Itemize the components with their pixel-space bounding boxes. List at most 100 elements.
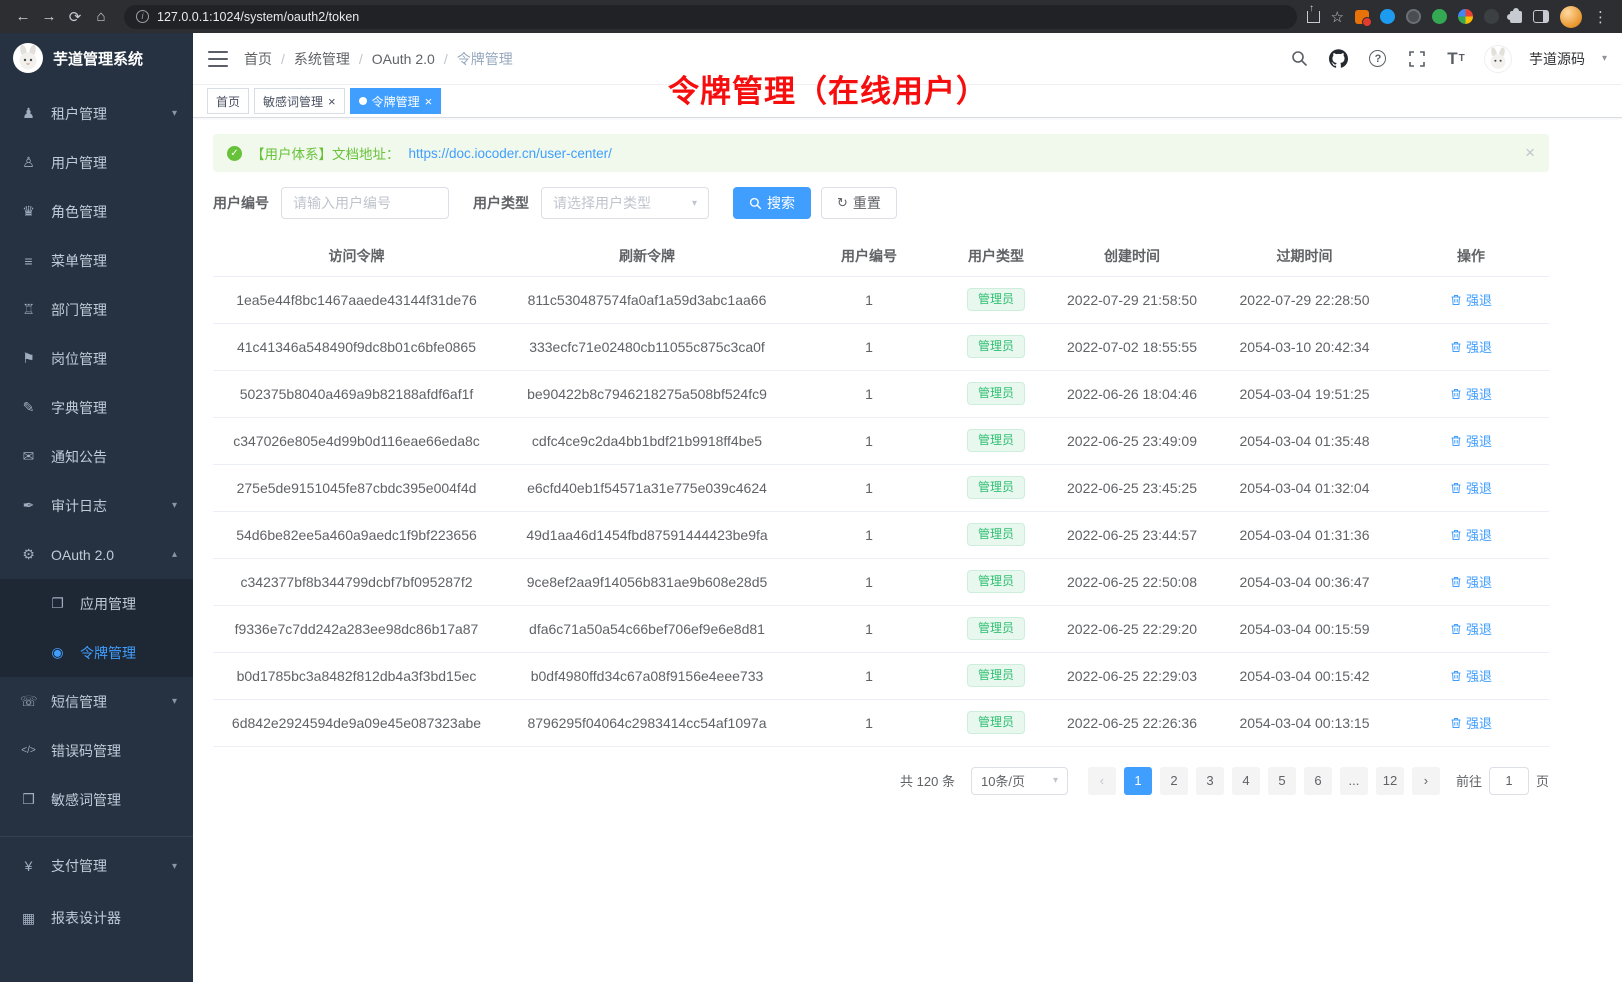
- app-manage-icon: ❐: [49, 595, 66, 612]
- search-icon[interactable]: [1289, 48, 1311, 70]
- sidebar-item-user[interactable]: ♙ 用户管理: [0, 138, 193, 187]
- force-logout-button[interactable]: 强退: [1450, 525, 1492, 544]
- username[interactable]: 芋道源码: [1529, 49, 1585, 69]
- force-logout-label: 强退: [1466, 337, 1492, 356]
- force-logout-button[interactable]: 强退: [1450, 572, 1492, 591]
- sidebar-item-dept[interactable]: ♖ 部门管理: [0, 285, 193, 334]
- sidebar-item-tenant[interactable]: ♟ 租户管理 ▾: [0, 89, 193, 138]
- page-ellipsis-button[interactable]: ...: [1340, 767, 1368, 795]
- col-expire-time: 过期时间: [1216, 236, 1393, 276]
- collapse-sidebar-icon[interactable]: [208, 51, 228, 67]
- forward-icon[interactable]: →: [36, 4, 62, 30]
- font-size-icon[interactable]: TT: [1445, 48, 1467, 70]
- side-panel-icon[interactable]: [1533, 10, 1549, 23]
- refresh-icon[interactable]: ⟳: [62, 4, 88, 30]
- sidebar-item-label: 令牌管理: [80, 643, 177, 663]
- url-text: 127.0.0.1:1024/system/oauth2/token: [157, 10, 359, 24]
- create-time-cell: 2022-06-26 18:04:46: [1048, 370, 1216, 417]
- browser-profile-avatar[interactable]: [1560, 6, 1582, 28]
- browser-toolbar: ← → ⟳ ⌂ i 127.0.0.1:1024/system/oauth2/t…: [0, 0, 1622, 33]
- report-designer-icon: ▦: [20, 910, 37, 927]
- breadcrumb-home[interactable]: 首页: [244, 49, 272, 69]
- address-bar[interactable]: i 127.0.0.1:1024/system/oauth2/token: [124, 5, 1297, 29]
- site-info-icon[interactable]: i: [136, 10, 149, 23]
- sidebar-item-oauth[interactable]: ⚙ OAuth 2.0 ▴: [0, 530, 193, 579]
- extension-icon-5[interactable]: [1458, 9, 1473, 24]
- prev-page-button[interactable]: ‹: [1088, 767, 1116, 795]
- goto-page-input[interactable]: [1489, 767, 1529, 795]
- search-button[interactable]: 搜索: [733, 187, 811, 219]
- extension-icon-2[interactable]: [1380, 9, 1395, 24]
- breadcrumb-system[interactable]: 系统管理: [294, 49, 350, 69]
- tab-sensitive-word[interactable]: 敏感词管理 ×: [254, 88, 345, 114]
- sidebar-item-token-manage[interactable]: ◉ 令牌管理: [0, 628, 193, 677]
- reset-button[interactable]: ↻ 重置: [821, 187, 897, 219]
- user-menu-caret-icon[interactable]: ▾: [1602, 53, 1607, 64]
- tab-close-icon[interactable]: ×: [328, 95, 336, 108]
- force-logout-button[interactable]: 强退: [1450, 478, 1492, 497]
- sidebar-item-label: 角色管理: [51, 202, 177, 222]
- sidebar-item-sensitive-word[interactable]: ❒ 敏感词管理: [0, 775, 193, 824]
- sidebar-item-dict[interactable]: ✎ 字典管理: [0, 383, 193, 432]
- page-button-5[interactable]: 5: [1268, 767, 1296, 795]
- sidebar-item-error-code[interactable]: </> 错误码管理: [0, 726, 193, 775]
- app-logo[interactable]: 芋道管理系统: [0, 33, 193, 83]
- fullscreen-icon[interactable]: [1406, 48, 1428, 70]
- extension-icon-1[interactable]: [1355, 10, 1369, 24]
- share-icon[interactable]: [1307, 11, 1320, 23]
- force-logout-button[interactable]: 强退: [1450, 619, 1492, 638]
- user-type-select[interactable]: 请选择用户类型 ▾: [541, 187, 709, 219]
- tab-close-icon[interactable]: ×: [425, 95, 433, 108]
- github-icon[interactable]: [1328, 48, 1350, 70]
- sidebar-item-post[interactable]: ⚑ 岗位管理: [0, 334, 193, 383]
- sms-icon: ☏: [20, 693, 37, 710]
- sidebar-item-menu[interactable]: ≡ 菜单管理: [0, 236, 193, 285]
- col-user-type: 用户类型: [944, 236, 1048, 276]
- home-icon[interactable]: ⌂: [88, 4, 114, 30]
- sidebar-item-notice[interactable]: ✉ 通知公告: [0, 432, 193, 481]
- force-logout-button[interactable]: 强退: [1450, 713, 1492, 732]
- extension-icon-6[interactable]: [1484, 9, 1499, 24]
- delete-icon: [1450, 670, 1462, 682]
- sidebar-item-audit-log[interactable]: ✒ 审计日志 ▾: [0, 481, 193, 530]
- page-button-4[interactable]: 4: [1232, 767, 1260, 795]
- force-logout-button[interactable]: 强退: [1450, 431, 1492, 450]
- force-logout-button[interactable]: 强退: [1450, 666, 1492, 685]
- force-logout-button[interactable]: 强退: [1450, 290, 1492, 309]
- doc-link[interactable]: https://doc.iocoder.cn/user-center/: [409, 146, 612, 161]
- breadcrumb: 首页 / 系统管理 / OAuth 2.0 / 令牌管理: [244, 49, 513, 69]
- tab-token-manage[interactable]: 令牌管理 ×: [350, 88, 442, 114]
- sidebar-item-report-designer[interactable]: ▦ 报表设计器: [0, 892, 193, 944]
- extension-icon-3[interactable]: [1406, 9, 1421, 24]
- sidebar-item-pay[interactable]: ¥ 支付管理 ▾: [0, 840, 193, 892]
- force-logout-button[interactable]: 强退: [1450, 384, 1492, 403]
- alert-close-icon[interactable]: ×: [1525, 143, 1535, 163]
- sidebar-item-app-manage[interactable]: ❐ 应用管理: [0, 579, 193, 628]
- user-id-input[interactable]: [281, 187, 449, 219]
- bookmark-star-icon[interactable]: ☆: [1331, 8, 1344, 26]
- oauth-icon: ⚙: [20, 546, 37, 563]
- user-avatar[interactable]: [1484, 45, 1512, 73]
- page-button-2[interactable]: 2: [1160, 767, 1188, 795]
- extension-icon-4[interactable]: [1432, 9, 1447, 24]
- extensions-puzzle-icon[interactable]: [1510, 11, 1522, 23]
- breadcrumb-oauth[interactable]: OAuth 2.0: [372, 51, 435, 67]
- tab-home[interactable]: 首页: [207, 88, 249, 114]
- dict-icon: ✎: [20, 399, 37, 416]
- col-access-token: 访问令牌: [213, 236, 500, 276]
- page-button-12[interactable]: 12: [1376, 767, 1404, 795]
- next-page-button[interactable]: ›: [1412, 767, 1440, 795]
- back-icon[interactable]: ←: [10, 4, 36, 30]
- force-logout-button[interactable]: 强退: [1450, 337, 1492, 356]
- help-icon[interactable]: ?: [1367, 48, 1389, 70]
- user-id-cell: 1: [794, 370, 944, 417]
- page-button-3[interactable]: 3: [1196, 767, 1224, 795]
- notice-icon: ✉: [20, 448, 37, 465]
- sidebar-item-sms[interactable]: ☏ 短信管理 ▾: [0, 677, 193, 726]
- page-size-value: 10条/页: [981, 771, 1025, 790]
- browser-menu-icon[interactable]: ⋮: [1593, 8, 1608, 26]
- page-button-1[interactable]: 1: [1124, 767, 1152, 795]
- page-button-6[interactable]: 6: [1304, 767, 1332, 795]
- sidebar-item-role[interactable]: ♛ 角色管理: [0, 187, 193, 236]
- page-size-select[interactable]: 10条/页 ▾: [971, 767, 1068, 795]
